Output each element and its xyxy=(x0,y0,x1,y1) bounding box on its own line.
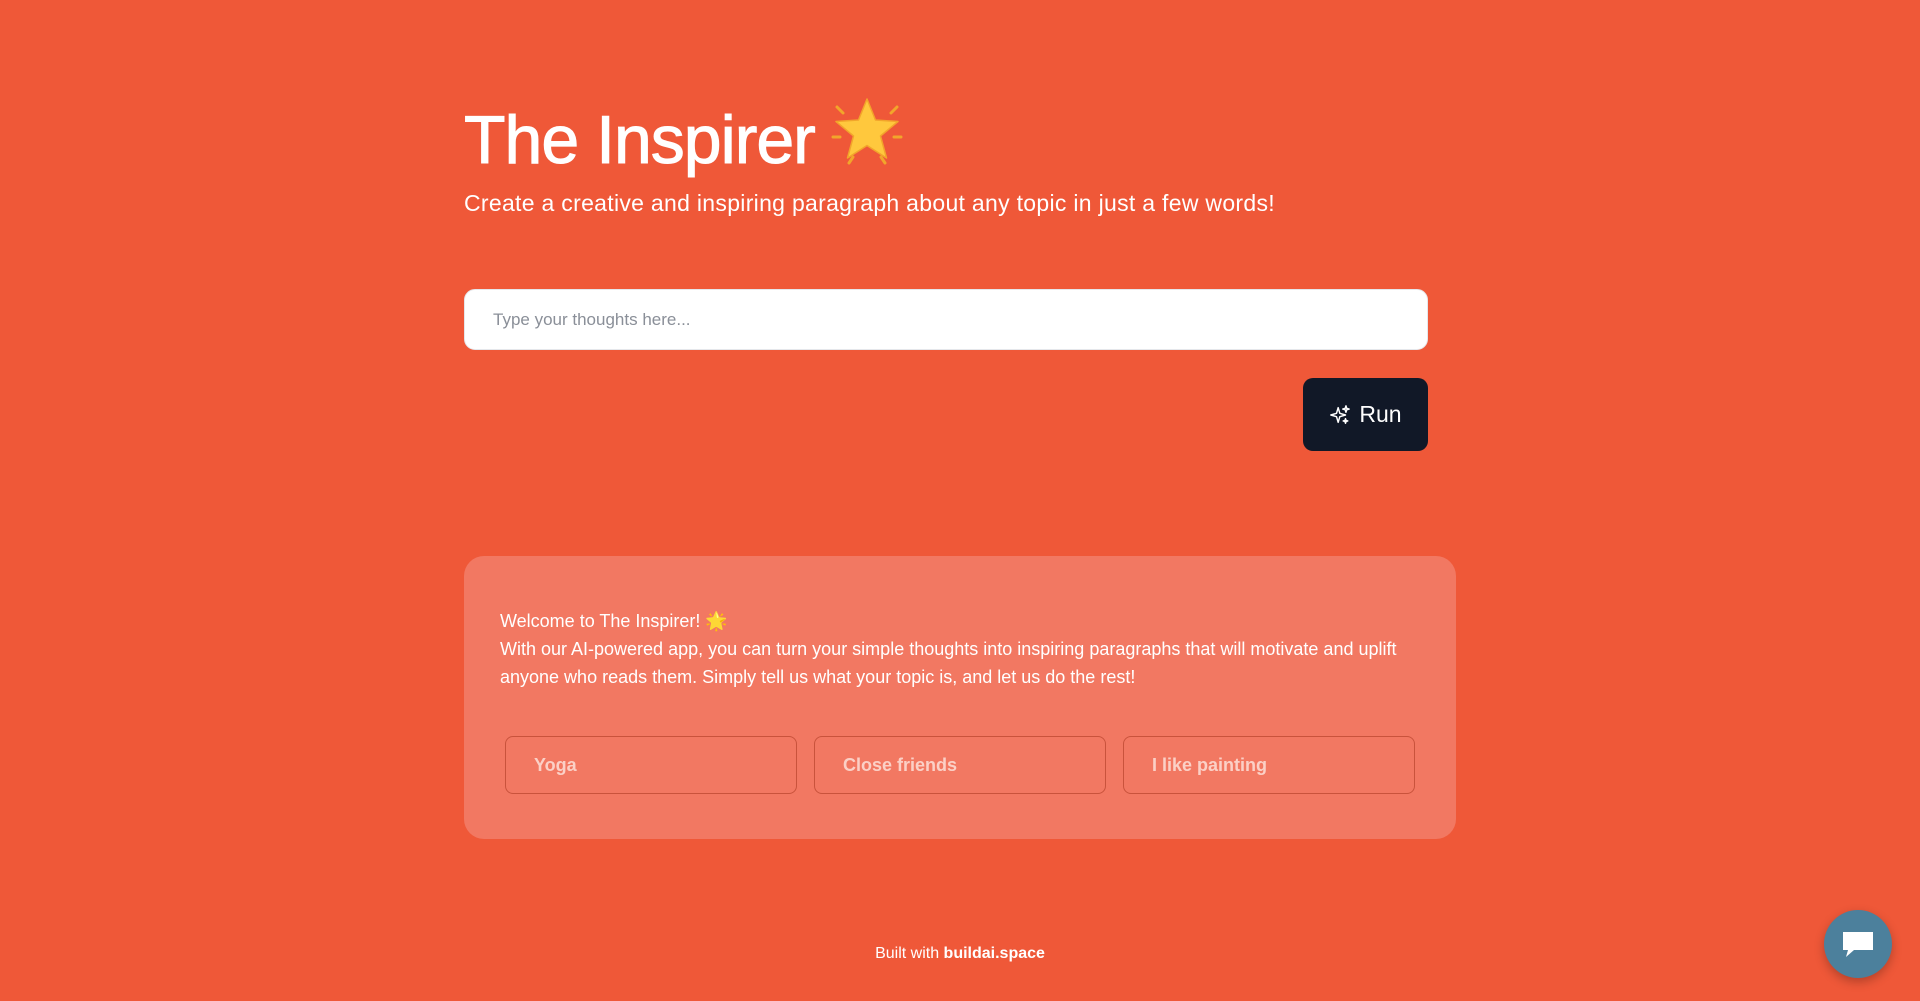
example-chip-painting[interactable]: I like painting xyxy=(1123,736,1415,794)
footer: Built with buildai.space xyxy=(0,944,1920,964)
page-title: The Inspirer xyxy=(464,97,905,188)
page-title-text: The Inspirer xyxy=(464,102,817,179)
chat-widget-button[interactable] xyxy=(1824,910,1892,978)
run-button[interactable]: Run xyxy=(1303,378,1428,451)
page-subtitle: Create a creative and inspiring paragrap… xyxy=(464,190,1275,216)
prompt-input-wrapper xyxy=(464,289,1428,350)
example-chip-close-friends[interactable]: Close friends xyxy=(814,736,1106,794)
run-button-label: Run xyxy=(1359,401,1402,427)
welcome-card xyxy=(464,556,1456,839)
chat-bubble-icon xyxy=(1843,932,1873,957)
footer-prefix: Built with xyxy=(875,945,940,962)
welcome-description: With our AI-powered app, you can turn yo… xyxy=(500,639,1397,687)
prompt-input[interactable] xyxy=(465,290,1427,349)
welcome-heading: Welcome to The Inspirer! 🌟 xyxy=(500,611,728,631)
star-icon xyxy=(829,93,905,188)
sparkles-icon xyxy=(1330,404,1351,424)
footer-link[interactable]: buildai.space xyxy=(944,945,1045,962)
example-chip-yoga[interactable]: Yoga xyxy=(505,736,797,794)
